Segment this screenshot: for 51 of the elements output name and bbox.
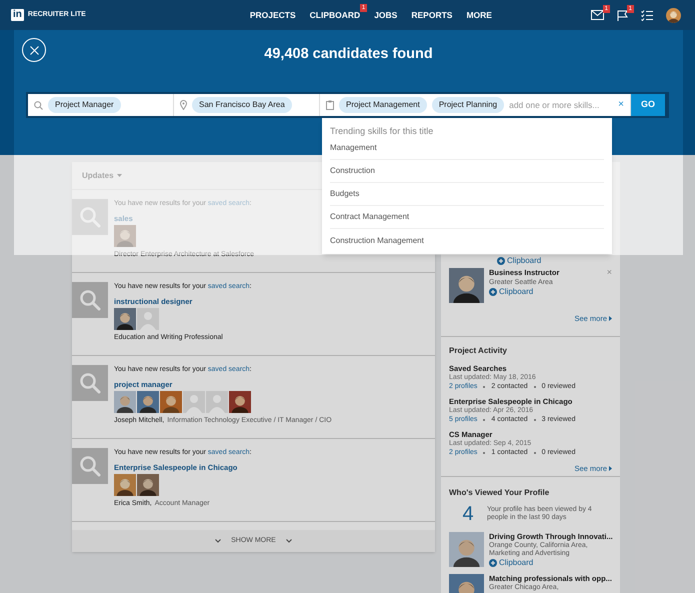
results-count: 49,408 candidates found — [264, 45, 433, 64]
nav-link[interactable]: PROJECTS — [250, 8, 296, 22]
checklist-icon[interactable] — [641, 10, 653, 20]
avatar-placeholder-icon — [137, 308, 159, 330]
title-field[interactable]: Project Manager — [28, 94, 174, 116]
mail-icon[interactable] — [591, 10, 604, 20]
add-icon — [489, 288, 497, 296]
caret-right-icon — [609, 466, 612, 472]
search-icon — [34, 100, 43, 110]
add-icon — [489, 559, 497, 567]
nav-link[interactable]: CLIPBOARD — [310, 8, 360, 22]
add-icon — [497, 257, 505, 265]
skills-field[interactable]: Project Management Project Planning add one or more skills... × — [320, 94, 631, 116]
search-icon — [79, 289, 101, 311]
flag-icon[interactable] — [617, 10, 628, 20]
caret-icon — [116, 174, 122, 177]
chevron-down-icon — [215, 539, 222, 543]
skill-suggestion[interactable]: Management — [330, 137, 604, 160]
nav-link[interactable]: MORE — [466, 8, 492, 22]
clipboard-icon — [326, 100, 334, 110]
search-icon — [79, 372, 101, 394]
chevron-down-icon — [286, 539, 292, 543]
search-icon — [79, 455, 101, 477]
search-chip[interactable]: Project Planning — [432, 97, 504, 113]
nav-link[interactable]: JOBS — [374, 8, 398, 22]
location-field[interactable]: San Francisco Bay Area — [174, 94, 320, 116]
go-button[interactable]: GO — [631, 94, 665, 116]
search-chip[interactable]: Project Management — [339, 97, 427, 113]
search-chip[interactable]: Project Manager — [48, 97, 121, 113]
clipboard-link[interactable]: Clipboard — [497, 256, 612, 266]
search-chip[interactable]: San Francisco Bay Area — [192, 97, 292, 113]
skills-input[interactable]: add one or more skills... — [509, 98, 614, 112]
skill-suggestion[interactable]: Construction — [330, 160, 604, 183]
clear-button[interactable]: × — [618, 100, 624, 110]
section-title: Who's Viewed Your Profile — [449, 487, 550, 499]
location-pin-icon — [180, 100, 187, 110]
avatar-placeholder-icon — [183, 391, 205, 413]
nav-link[interactable]: REPORTS — [411, 8, 452, 22]
close-icon — [30, 46, 38, 54]
avatar-placeholder-icon — [206, 391, 228, 413]
view-count: 4 — [461, 502, 475, 526]
skill-suggestion[interactable]: Construction Management — [330, 229, 604, 252]
dropdown-heading: Trending skills for this title — [330, 126, 434, 137]
logo: in — [11, 9, 24, 21]
clipboard-link[interactable]: Clipboard — [489, 558, 613, 568]
skill-suggestion[interactable]: Contract Management — [330, 206, 604, 229]
section-title: Project Activity — [449, 345, 508, 357]
clipboard-link[interactable]: Clipboard — [489, 287, 560, 297]
caret-right-icon — [609, 316, 612, 322]
skill-suggestion[interactable]: Budgets — [330, 183, 604, 206]
close-button[interactable] — [22, 38, 46, 62]
